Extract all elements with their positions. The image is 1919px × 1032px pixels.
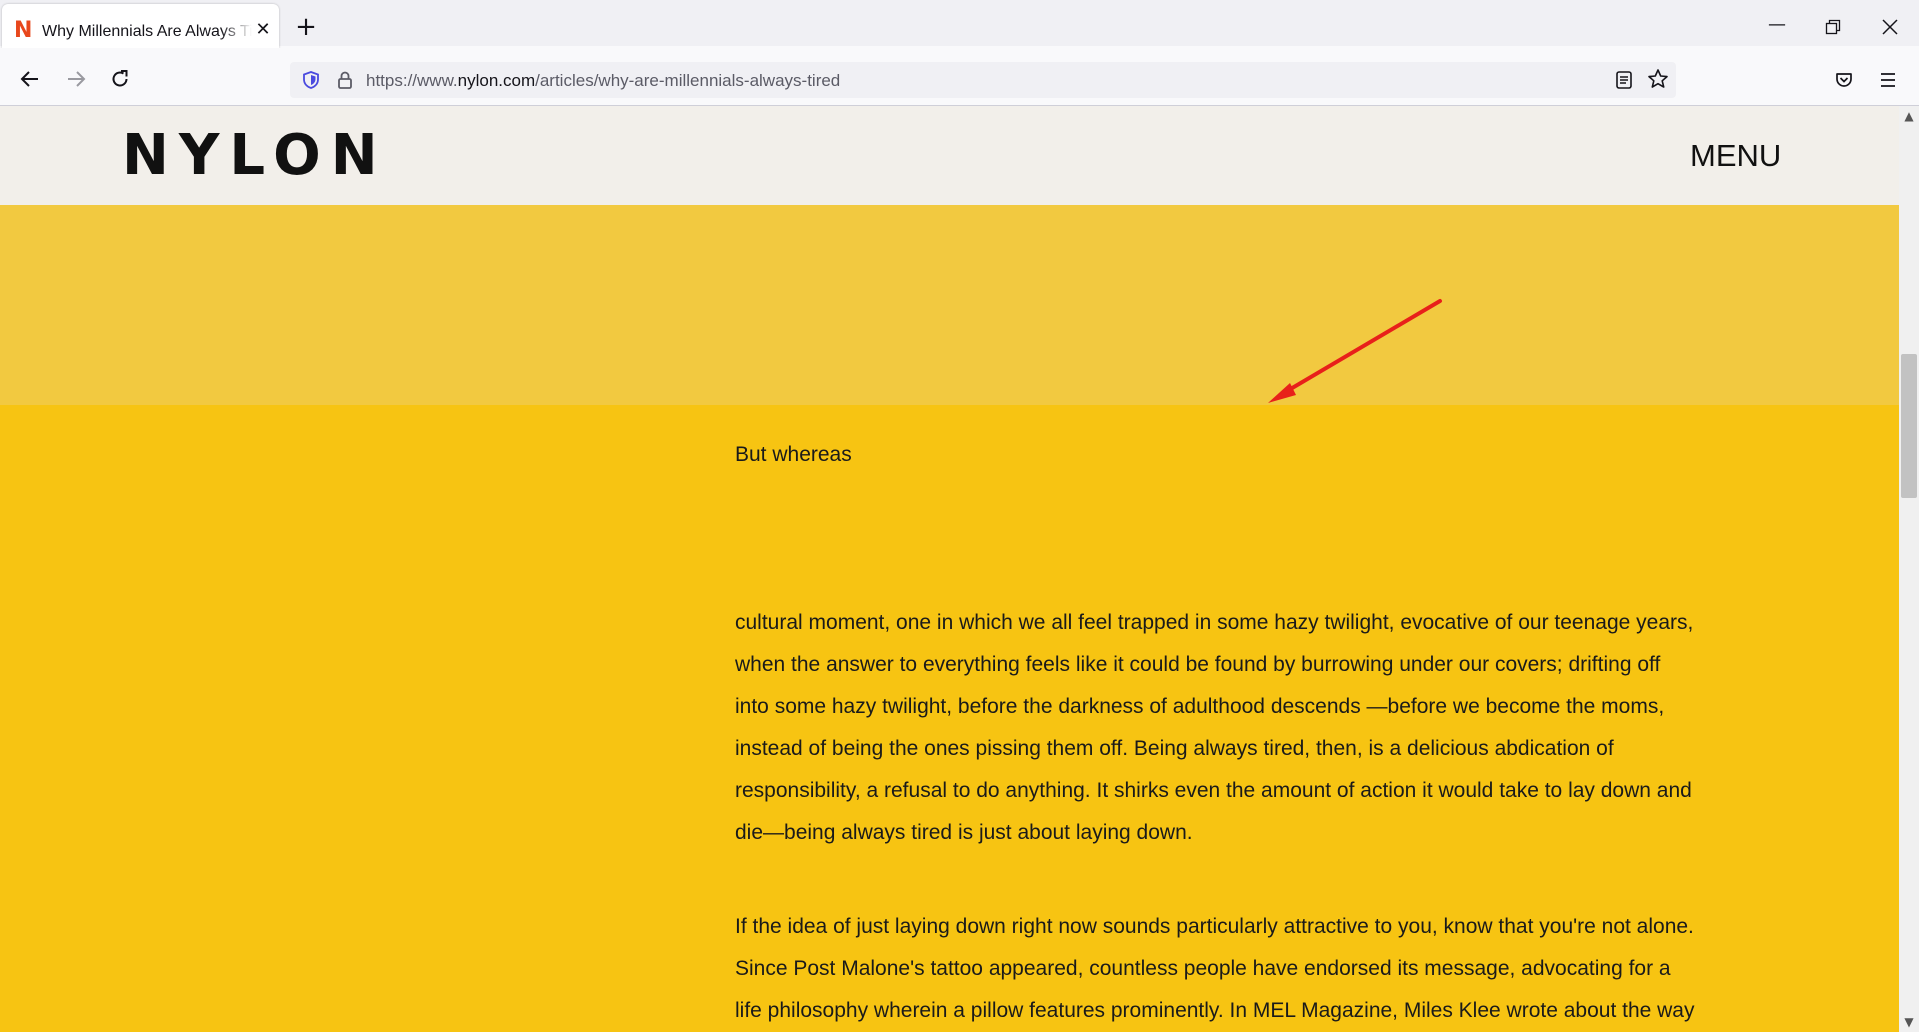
url-host: nylon.com [457,71,536,90]
scroll-up-icon[interactable]: ▲ [1899,106,1919,126]
vertical-scrollbar[interactable]: ▲ ▼ [1899,106,1919,1032]
nylon-favicon-icon: N [14,18,33,43]
back-arrow-icon[interactable] [14,63,46,95]
nylon-logo[interactable]: NYLON [122,126,388,186]
reload-icon[interactable] [104,63,136,95]
url-path: /articles/why-are-millennials-always-tir… [535,71,841,90]
tracking-protection-shield-icon[interactable] [300,69,322,91]
ad-banner-area [0,205,1899,405]
close-tab-icon[interactable]: ✕ [252,18,274,40]
scroll-down-icon[interactable]: ▼ [1899,1012,1919,1032]
pocket-icon[interactable] [1830,66,1858,94]
hamburger-menu-icon[interactable] [1874,66,1902,94]
address-bar[interactable]: https://www.nylon.com/articles/why-are-m… [290,62,1676,98]
url-prefix: https://www. [366,71,458,90]
forward-arrow-icon[interactable] [60,63,92,95]
bookmark-star-icon[interactable] [1646,67,1670,91]
restore-icon[interactable] [1818,12,1848,42]
annotation-arrow-icon [1268,299,1442,403]
page-viewport: NYLON MENU But whereas cultural moment, … [0,106,1899,1032]
scrollbar-thumb[interactable] [1901,354,1917,498]
active-tab[interactable]: N Why Millennials Are Always Tired ✕ [2,4,279,48]
lock-icon[interactable] [334,69,356,91]
url-text[interactable]: https://www.nylon.com/articles/why-are-m… [366,71,840,91]
close-window-icon[interactable] [1875,12,1905,42]
tab-strip: N Why Millennials Are Always Tired ✕ + — [0,0,1919,48]
site-header: NYLON MENU [0,106,1899,205]
tab-title: Why Millennials Are Always Tired [42,23,252,40]
article-paragraph: cultural moment, one in which we all fee… [735,611,1694,844]
article-paragraph: If the idea of just laying down right no… [735,915,1695,1022]
minimize-icon[interactable]: — [1762,12,1792,42]
article-fragment: But whereas [735,443,852,466]
new-tab-icon[interactable]: + [292,14,320,42]
menu-button[interactable]: MENU [1690,138,1781,174]
reader-view-icon[interactable] [1612,68,1636,92]
